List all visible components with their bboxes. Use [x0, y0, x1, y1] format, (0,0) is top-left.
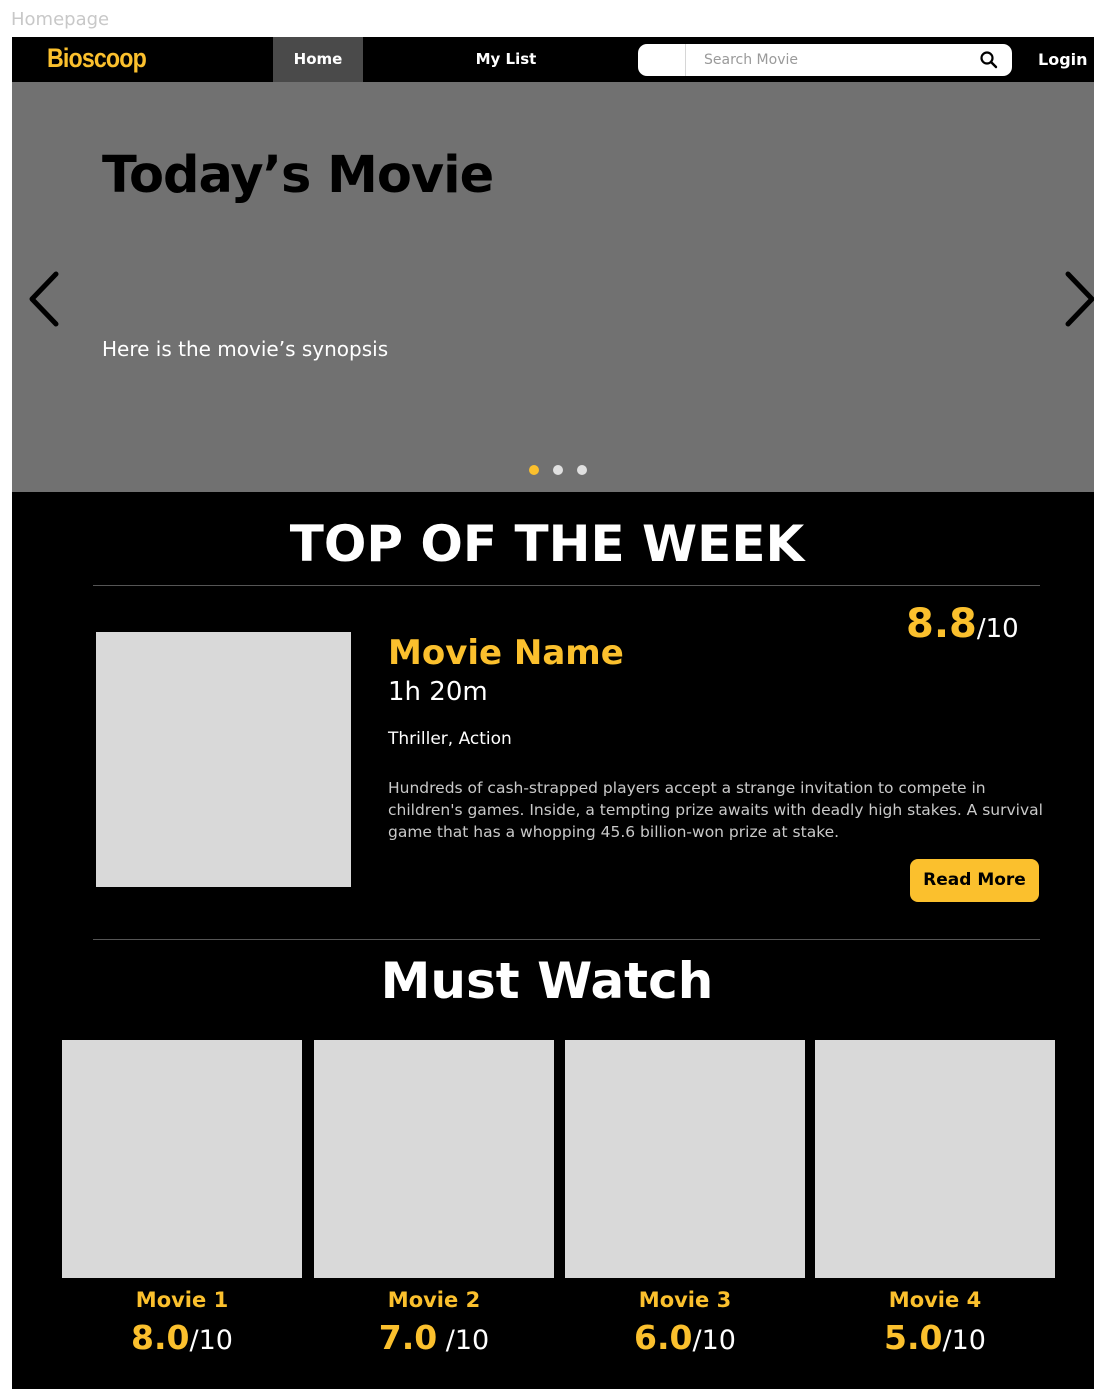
movie-rating: 6.0/10: [565, 1318, 805, 1357]
divider: [93, 585, 1040, 586]
search-input[interactable]: Search Movie: [704, 44, 798, 76]
movie-card[interactable]: Movie 2 7.0 /10: [314, 1040, 554, 1357]
movie-name[interactable]: Movie 3: [565, 1288, 805, 1312]
hero-carousel: Today’s Movie Here is the movie’s synops…: [12, 82, 1094, 492]
rating-value: 5.0: [884, 1318, 943, 1357]
movie-name[interactable]: Movie 4: [815, 1288, 1055, 1312]
search-box[interactable]: Search Movie: [638, 44, 1012, 76]
movie-name[interactable]: Movie 2: [314, 1288, 554, 1312]
nav-home-tab[interactable]: Home: [273, 37, 363, 82]
featured-movie-description: Hundreds of cash-strapped players accept…: [388, 779, 1043, 841]
movie-name[interactable]: Movie 1: [62, 1288, 302, 1312]
search-icon[interactable]: [979, 50, 999, 70]
movie-poster[interactable]: [62, 1040, 302, 1278]
divider: [93, 939, 1040, 940]
movie-poster[interactable]: [815, 1040, 1055, 1278]
movie-poster[interactable]: [565, 1040, 805, 1278]
homepage: Bioscoop Home My List Search Movie Login…: [12, 37, 1094, 1389]
read-more-button[interactable]: Read More: [910, 859, 1039, 902]
rating-max: /10: [976, 614, 1019, 644]
movie-poster[interactable]: [314, 1040, 554, 1278]
carousel-dot-3[interactable]: [577, 465, 587, 475]
rating-max: /10: [189, 1325, 233, 1356]
must-watch-heading: Must Watch: [380, 952, 714, 1010]
carousel-dot-2[interactable]: [553, 465, 563, 475]
nav-bar: Bioscoop Home My List Search Movie Login: [12, 37, 1094, 82]
movie-rating: 7.0 /10: [314, 1318, 554, 1357]
featured-movie-name[interactable]: Movie Name: [388, 633, 624, 673]
rating-value: 8.0: [131, 1318, 190, 1357]
movie-card[interactable]: Movie 3 6.0/10: [565, 1040, 805, 1357]
featured-movie-rating: 8.8/10: [906, 601, 1019, 647]
movie-rating: 8.0/10: [62, 1318, 302, 1357]
hero-synopsis: Here is the movie’s synopsis: [102, 337, 389, 361]
movie-card[interactable]: Movie 4 5.0/10: [815, 1040, 1055, 1357]
featured-movie-genres: Thriller, Action: [388, 729, 512, 749]
rating-max: /10: [942, 1325, 986, 1356]
carousel-dot-1[interactable]: [529, 465, 539, 475]
rating-value: 6.0: [634, 1318, 693, 1357]
featured-movie-duration: 1h 20m: [388, 677, 488, 707]
movie-rating: 5.0/10: [815, 1318, 1055, 1357]
rating-max: /10: [437, 1325, 490, 1356]
search-divider: [685, 44, 686, 76]
frame-label: Homepage: [11, 9, 110, 30]
nav-mylist-tab[interactable]: My List: [453, 37, 559, 82]
featured-movie-poster[interactable]: [96, 632, 351, 887]
hero-title: Today’s Movie: [102, 146, 494, 205]
brand-logo[interactable]: Bioscoop: [47, 43, 147, 74]
rating-value: 7.0: [378, 1318, 438, 1357]
login-button[interactable]: Login: [1038, 37, 1088, 82]
chevron-right-icon[interactable]: [1062, 270, 1094, 328]
rating-max: /10: [692, 1325, 736, 1356]
top-week-heading: TOP OF THE WEEK: [289, 515, 805, 573]
chevron-left-icon[interactable]: [26, 270, 62, 328]
rating-value: 8.8: [906, 601, 977, 647]
movie-card[interactable]: Movie 1 8.0/10: [62, 1040, 302, 1357]
